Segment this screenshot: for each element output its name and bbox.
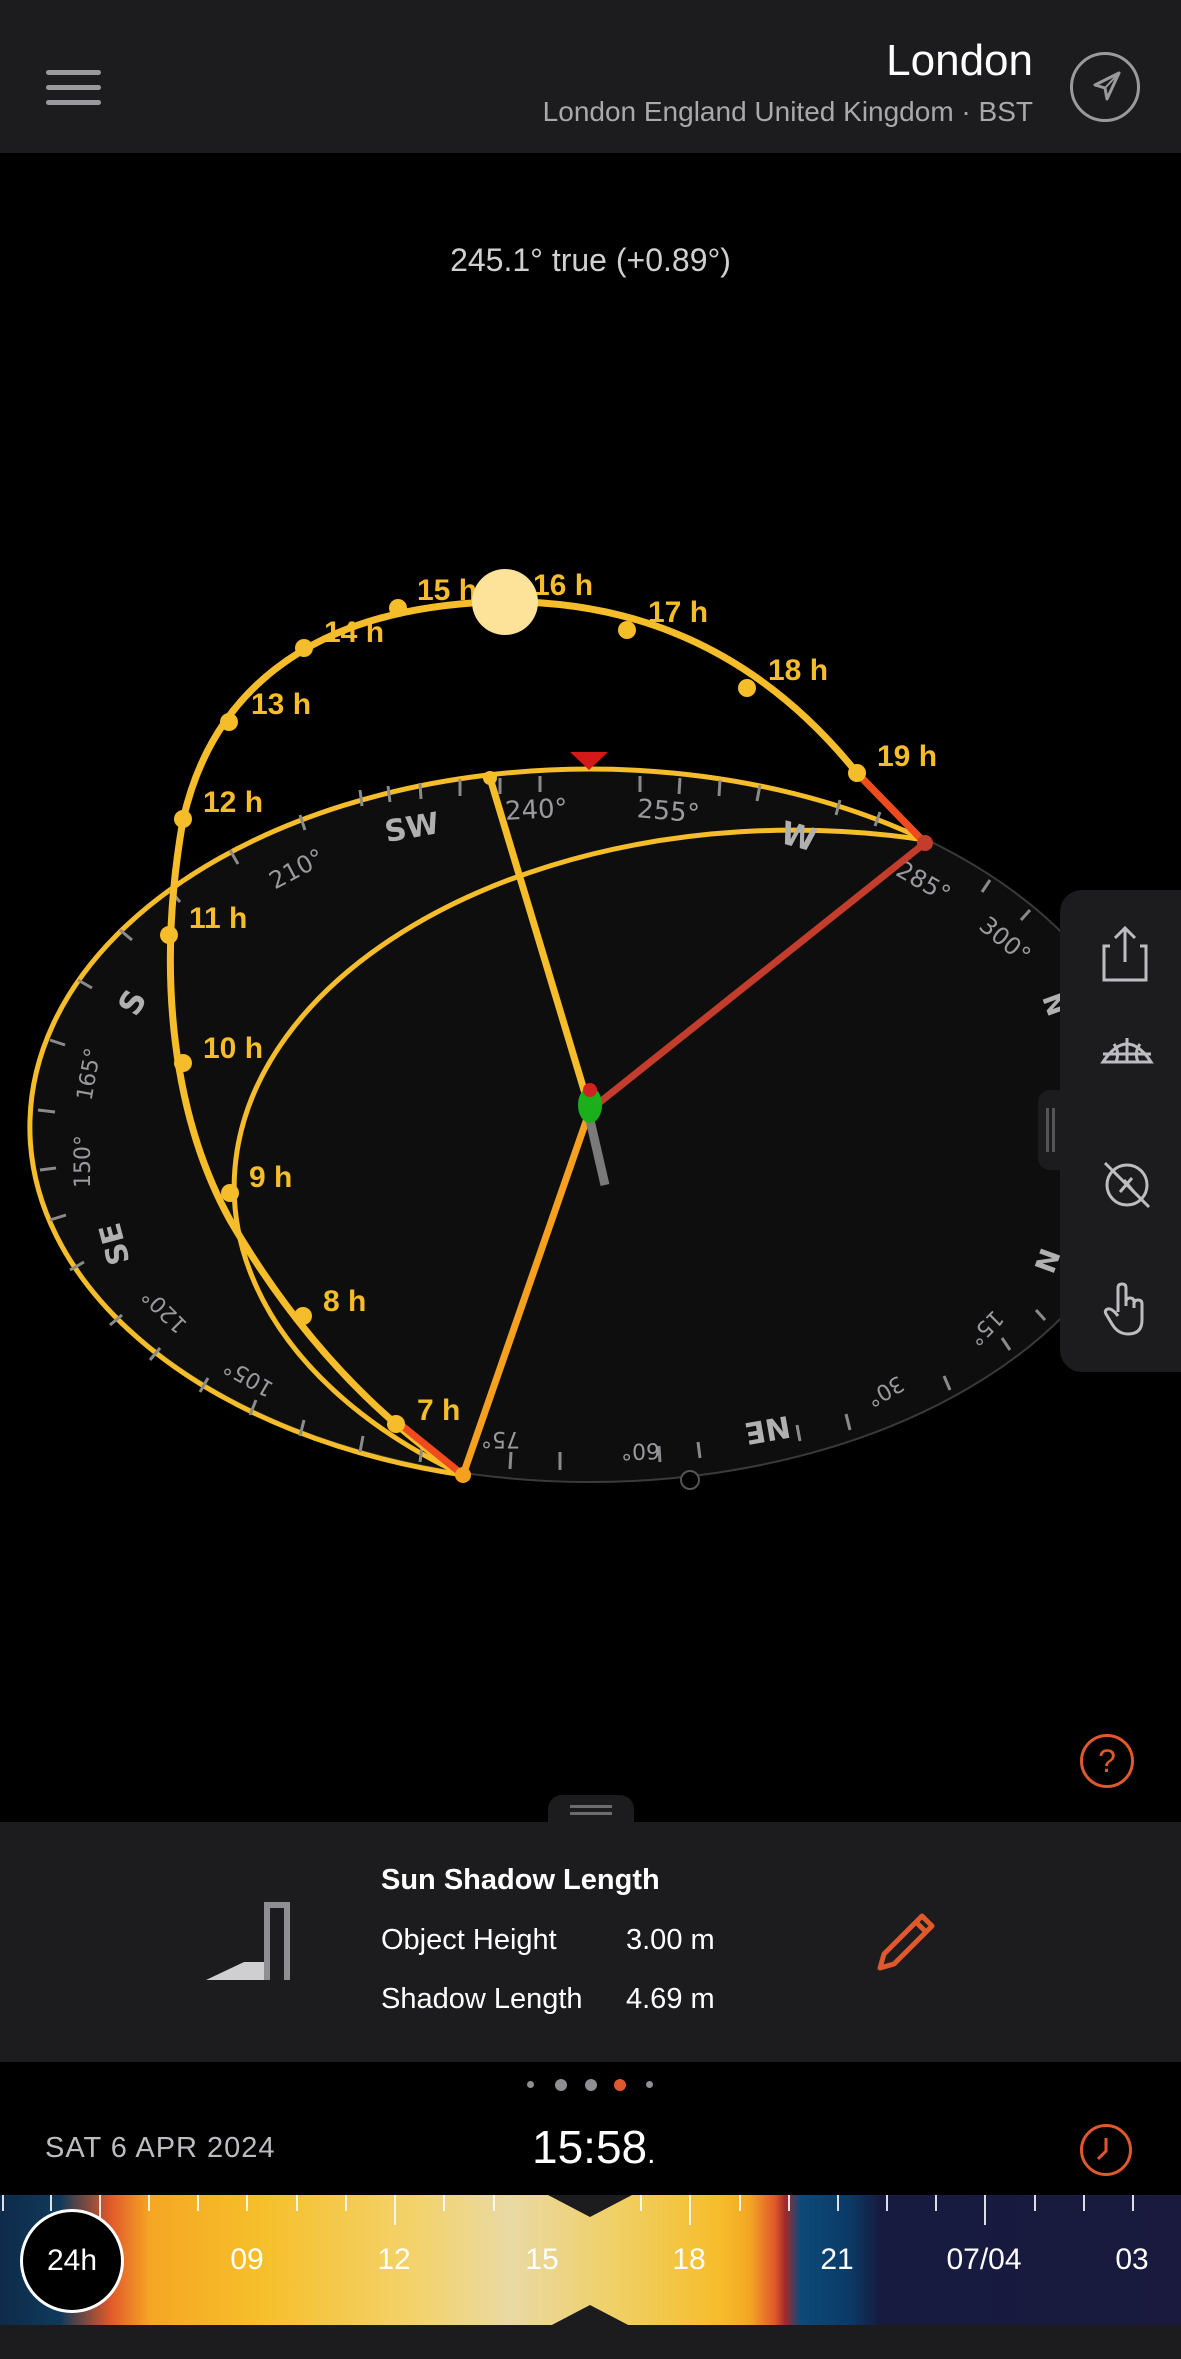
svg-text:19 h: 19 h xyxy=(877,740,937,773)
svg-text:13 h: 13 h xyxy=(251,688,311,721)
hamburger-menu-icon[interactable] xyxy=(46,70,101,106)
time-value: 15:58 xyxy=(532,2121,648,2173)
timeline-label-09: 09 xyxy=(230,2243,264,2276)
svg-text:240°: 240° xyxy=(504,794,568,827)
sun-compass[interactable]: SW 240° 255° W 210° 285° 300° S 165° 150… xyxy=(0,540,1181,1540)
object-height-label: Object Height xyxy=(381,1924,557,1956)
help-button[interactable]: ? xyxy=(1080,1734,1134,1788)
hand-pointer-icon[interactable] xyxy=(1100,1282,1150,1336)
timeline-label-18: 18 xyxy=(672,2243,706,2276)
side-toolbar xyxy=(1060,890,1181,1372)
time-suffix: . xyxy=(647,2137,656,2170)
svg-text:75°: 75° xyxy=(481,1426,520,1451)
page-indicator[interactable] xyxy=(0,2078,1181,2092)
location-subtitle[interactable]: London England United Kingdom · BST xyxy=(543,96,1033,128)
svg-text:11 h: 11 h xyxy=(189,902,247,935)
timeline-scrubber[interactable]: 09 12 15 18 21 07/04 03 xyxy=(0,2195,1181,2325)
svg-text:9 h: 9 h xyxy=(249,1161,292,1194)
shadow-length-value: 4.69 m xyxy=(626,1983,715,2015)
svg-text:16 h: 16 h xyxy=(533,569,593,602)
svg-text:7 h: 7 h xyxy=(417,1394,460,1427)
timeline-label-12: 12 xyxy=(377,2243,411,2276)
bearing-readout: 245.1° true (+0.89°) xyxy=(450,242,731,278)
svg-text:255°: 255° xyxy=(636,794,701,829)
timeline-label-21: 21 xyxy=(820,2243,854,2276)
card-title: Sun Shadow Length xyxy=(381,1864,660,1896)
globe-grid-icon[interactable] xyxy=(1100,1032,1154,1082)
24h-button[interactable]: 24h xyxy=(20,2209,124,2313)
svg-text:15 h: 15 h xyxy=(417,574,477,607)
svg-text:17 h: 17 h xyxy=(648,596,708,629)
svg-text:150°: 150° xyxy=(71,1135,96,1188)
timeline-cursor-bottom xyxy=(551,2305,629,2325)
svg-text:14 h: 14 h xyxy=(324,616,384,649)
compass-off-icon[interactable] xyxy=(1100,1158,1151,1209)
share-icon[interactable] xyxy=(1100,924,1150,982)
timeline-label-03: 03 xyxy=(1115,2243,1149,2276)
bottom-bar xyxy=(0,2325,1181,2359)
timeline-cursor-top xyxy=(548,2195,632,2217)
object-height-value: 3.00 m xyxy=(626,1924,715,1956)
svg-text:60°: 60° xyxy=(621,1437,661,1463)
location-city[interactable]: London xyxy=(886,36,1033,86)
shadow-length-card xyxy=(0,1822,1181,2062)
time-label[interactable]: 15:58. xyxy=(532,2120,655,2174)
date-label[interactable]: SAT 6 APR 2024 xyxy=(45,2132,276,2165)
timeline-label-date: 07/04 xyxy=(946,2243,1022,2276)
shadow-length-label: Shadow Length xyxy=(381,1983,583,2015)
svg-text:12 h: 12 h xyxy=(203,786,263,819)
svg-text:8 h: 8 h xyxy=(323,1285,366,1318)
timeline-label-15: 15 xyxy=(525,2243,559,2276)
svg-text:18 h: 18 h xyxy=(768,654,828,687)
side-panel-handle[interactable] xyxy=(1038,1090,1060,1170)
edit-pencil-icon[interactable] xyxy=(870,1908,940,1978)
header-bar: London London England United Kingdom · B… xyxy=(0,0,1181,153)
svg-text:10 h: 10 h xyxy=(203,1032,263,1065)
clock-icon[interactable] xyxy=(1080,2124,1132,2176)
location-arrow-icon[interactable] xyxy=(1070,52,1140,122)
building-shadow-icon xyxy=(206,1902,290,1980)
